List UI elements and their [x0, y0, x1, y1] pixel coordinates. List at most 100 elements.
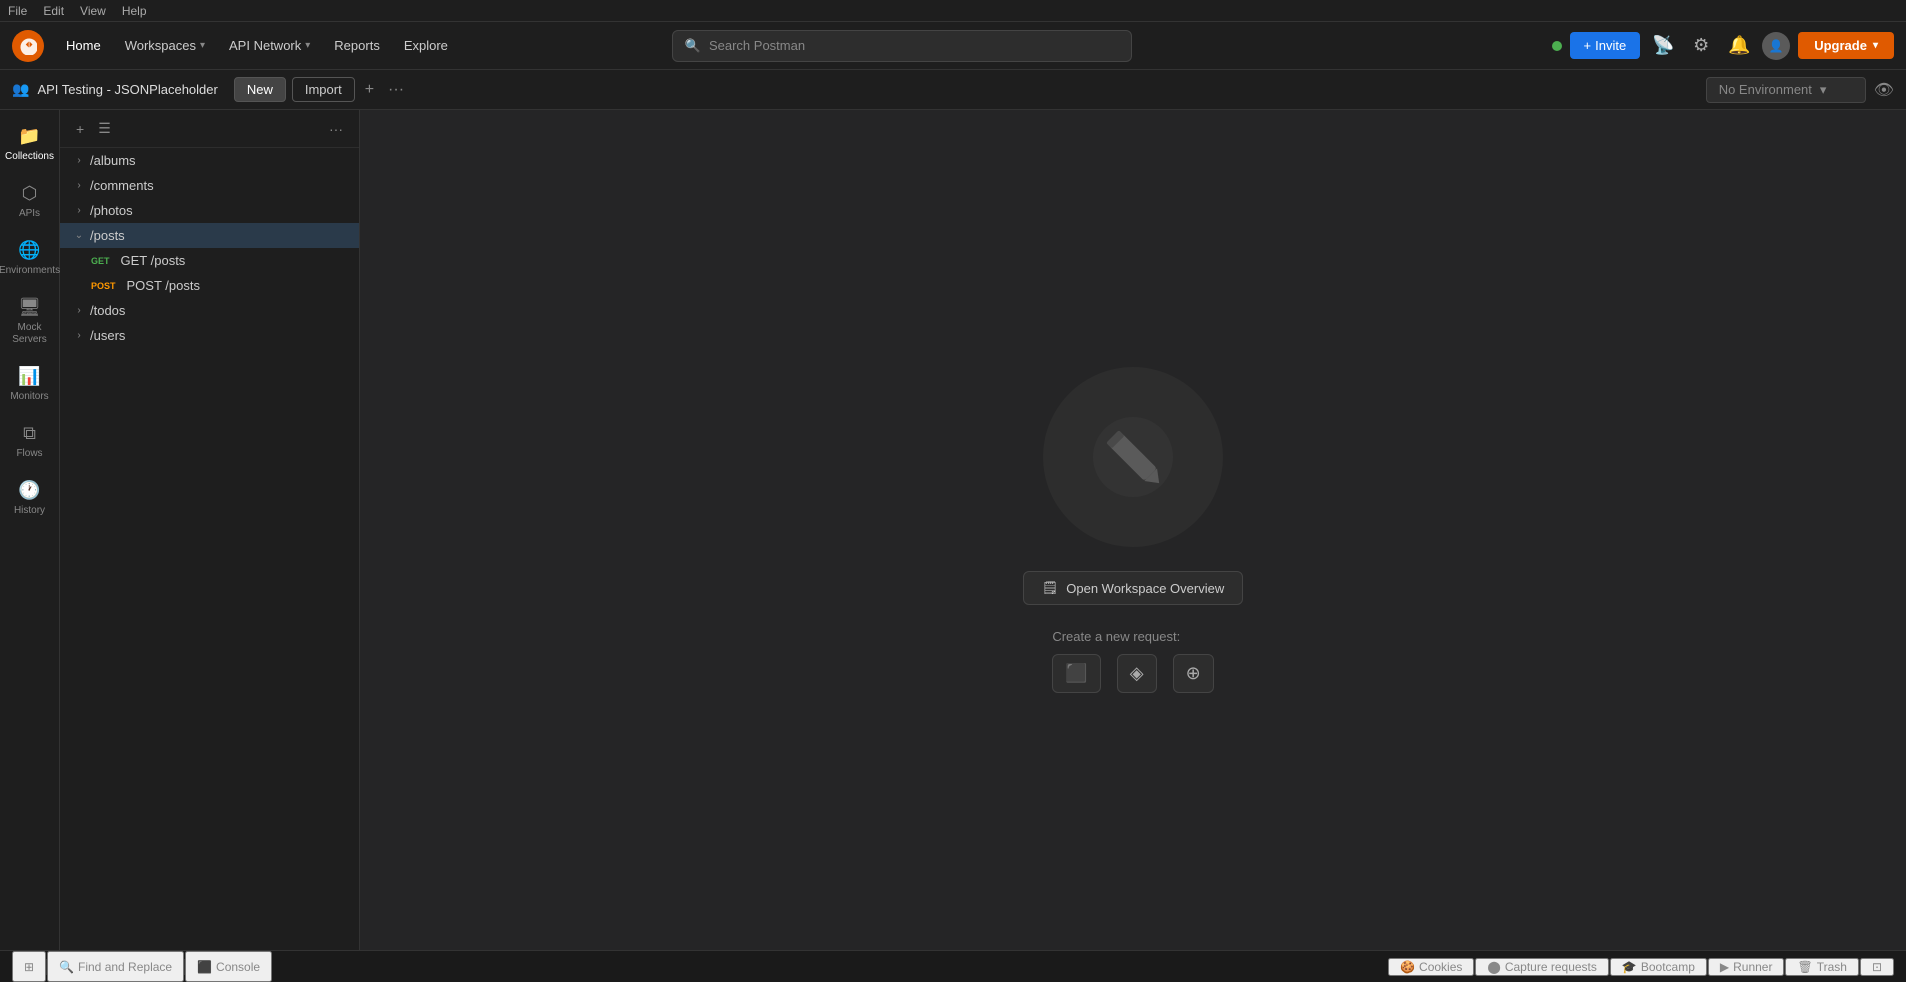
tree-item-get-posts[interactable]: GET GET /posts: [60, 248, 359, 273]
create-grpc-request-button[interactable]: ⊕: [1173, 654, 1214, 693]
console-icon: ⬛: [197, 960, 212, 974]
menu-help[interactable]: Help: [122, 4, 147, 18]
bootcamp-button[interactable]: 🎓 Bootcamp: [1610, 958, 1707, 976]
mock-servers-icon: 🖥: [18, 297, 41, 318]
sidebar-item-label: History: [14, 505, 45, 517]
main-nav: Home Workspaces ▾ API Network ▾ Reports …: [56, 34, 458, 57]
nav-explore[interactable]: Explore: [394, 34, 458, 57]
environments-icon: 🌐: [18, 240, 40, 261]
nav-home[interactable]: Home: [56, 34, 111, 57]
filter-button[interactable]: ☰: [94, 118, 115, 139]
tree-item-comments[interactable]: › /comments: [60, 173, 359, 198]
tree-item-label: /posts: [90, 228, 125, 243]
tree-item-todos[interactable]: › /todos: [60, 298, 359, 323]
collections-tree: › /albums › /comments › /photos ⌄ /posts…: [60, 148, 359, 950]
sidebar-item-collections[interactable]: 📁 Collections: [2, 118, 58, 171]
workspace-actions: New Import + ···: [234, 77, 408, 103]
tree-item-label: GET /posts: [121, 253, 186, 268]
sidebar-item-environments[interactable]: 🌐 Environments: [2, 232, 58, 285]
expand-layout-button[interactable]: ⊡: [1860, 958, 1894, 976]
tree-item-post-posts[interactable]: POST POST /posts: [60, 273, 359, 298]
satellite-icon-button[interactable]: 📡: [1648, 31, 1678, 61]
sidebar-item-label: Monitors: [10, 391, 48, 403]
tree-item-albums[interactable]: › /albums: [60, 148, 359, 173]
add-collection-button[interactable]: +: [72, 119, 88, 139]
tree-item-label: /albums: [90, 153, 136, 168]
tree-item-label: /photos: [90, 203, 133, 218]
tree-item-users[interactable]: › /users: [60, 323, 359, 348]
tree-item-label: /todos: [90, 303, 125, 318]
panel-more-button[interactable]: ···: [325, 119, 347, 139]
sidebar-item-history[interactable]: 🕐 History: [2, 472, 58, 525]
capture-label: Capture requests: [1505, 960, 1597, 974]
http-icon: ⬛: [1065, 663, 1087, 684]
nav-reports[interactable]: Reports: [324, 34, 390, 57]
cookies-label: Cookies: [1419, 960, 1462, 974]
top-menu-bar: File Edit View Help: [0, 0, 1906, 22]
settings-button[interactable]: ⚙: [1686, 31, 1716, 61]
more-options-button[interactable]: ···: [384, 77, 408, 103]
expand-icon: ⊡: [1872, 960, 1882, 974]
invite-button[interactable]: + Invite: [1570, 32, 1641, 59]
chevron-right-icon: ›: [72, 330, 86, 341]
main-header: Home Workspaces ▾ API Network ▾ Reports …: [0, 22, 1906, 70]
tree-item-photos[interactable]: › /photos: [60, 198, 359, 223]
chevron-down-icon: ⌄: [72, 230, 86, 241]
search-icon: 🔍: [685, 38, 701, 54]
toggle-env-view-button[interactable]: 👁: [1874, 80, 1894, 100]
layout-toggle-button[interactable]: ⊞: [12, 951, 46, 982]
notifications-button[interactable]: 🔔: [1724, 31, 1754, 61]
cookies-button[interactable]: 🍪 Cookies: [1388, 958, 1474, 976]
search-bar[interactable]: 🔍 Search Postman: [672, 30, 1132, 62]
history-icon: 🕐: [18, 480, 40, 501]
capture-requests-button[interactable]: ⬤ Capture requests: [1475, 958, 1609, 976]
find-replace-label: Find and Replace: [78, 960, 172, 974]
tree-item-posts[interactable]: ⌄ /posts: [60, 223, 359, 248]
postman-logo[interactable]: [12, 30, 44, 62]
panel-header: + ☰ ···: [60, 110, 359, 148]
header-right-actions: + Invite 📡 ⚙ 🔔 👤 Upgrade ▾: [1552, 31, 1894, 61]
open-workspace-overview-label: Open Workspace Overview: [1066, 581, 1224, 596]
sidebar-item-label: Flows: [16, 448, 42, 460]
chevron-down-icon: ▾: [1873, 40, 1878, 51]
menu-view[interactable]: View: [80, 4, 106, 18]
apis-icon: ⬡: [22, 183, 38, 204]
main-content-area: 🗒 Open Workspace Overview Create a new r…: [360, 110, 1906, 950]
sidebar-item-mock-servers[interactable]: 🖥 Mock Servers: [2, 289, 58, 354]
workspace-bar: 👥 API Testing - JSONPlaceholder New Impo…: [0, 70, 1906, 110]
upgrade-button[interactable]: Upgrade ▾: [1798, 32, 1894, 59]
environment-selector[interactable]: No Environment ▾: [1706, 77, 1866, 103]
console-button[interactable]: ⬛ Console: [185, 951, 272, 982]
sidebar-item-label: Collections: [5, 151, 54, 163]
chevron-right-icon: ›: [72, 205, 86, 216]
runner-button[interactable]: ▶ Runner: [1708, 958, 1785, 976]
nav-api-network[interactable]: API Network ▾: [219, 34, 320, 57]
import-button[interactable]: Import: [292, 77, 355, 102]
sidebar-item-label: Mock Servers: [6, 322, 54, 346]
main-layout: 📁 Collections ⬡ APIs 🌐 Environments 🖥 Mo…: [0, 110, 1906, 950]
add-tab-button[interactable]: +: [361, 77, 378, 103]
sidebar-item-label: APIs: [19, 208, 40, 220]
grpc-icon: ⊕: [1186, 663, 1201, 684]
menu-file[interactable]: File: [8, 4, 27, 18]
chevron-down-icon: ▾: [305, 40, 310, 51]
avatar[interactable]: 👤: [1762, 32, 1790, 60]
overview-icon: 🗒: [1042, 580, 1059, 596]
create-graphql-request-button[interactable]: ◈: [1117, 654, 1157, 693]
nav-workspaces[interactable]: Workspaces ▾: [115, 34, 215, 57]
tree-item-label: /comments: [90, 178, 154, 193]
search-placeholder: Search Postman: [709, 38, 805, 53]
trash-button[interactable]: 🗑 Trash: [1785, 958, 1858, 976]
find-replace-button[interactable]: 🔍 Find and Replace: [47, 951, 184, 982]
tree-item-label: POST /posts: [127, 278, 200, 293]
sidebar-item-apis[interactable]: ⬡ APIs: [2, 175, 58, 228]
open-workspace-overview-button[interactable]: 🗒 Open Workspace Overview: [1023, 571, 1244, 605]
sidebar-item-flows[interactable]: ⧉ Flows: [2, 415, 58, 468]
sidebar-item-monitors[interactable]: 📊 Monitors: [2, 358, 58, 411]
chevron-right-icon: ›: [72, 305, 86, 316]
create-http-request-button[interactable]: ⬛: [1052, 654, 1100, 693]
sync-status-icon: [1552, 41, 1562, 51]
menu-edit[interactable]: Edit: [43, 4, 64, 18]
new-button[interactable]: New: [234, 77, 286, 102]
bottom-bar: ⊞ 🔍 Find and Replace ⬛ Console 🍪 Cookies…: [0, 950, 1906, 982]
